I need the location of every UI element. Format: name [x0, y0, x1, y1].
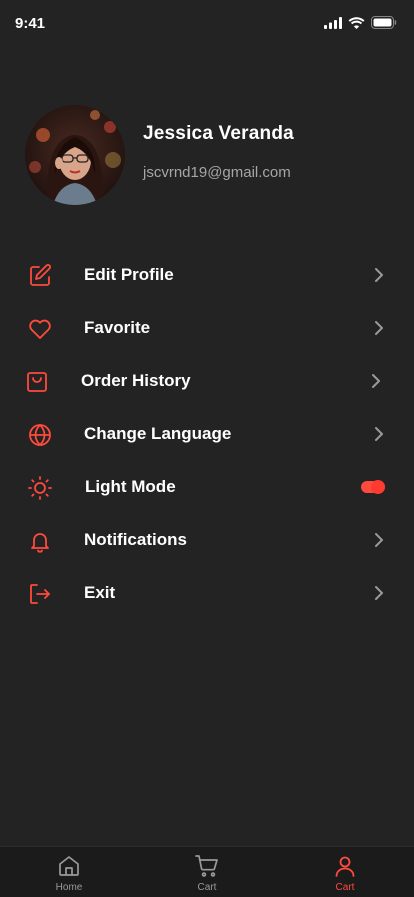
tab-home[interactable]: Home	[0, 847, 138, 897]
sun-icon	[27, 475, 53, 501]
bottom-tab-bar: Home Cart Cart	[0, 846, 414, 897]
status-bar: 9:41	[0, 0, 414, 48]
menu-item-label: Order History	[81, 371, 191, 390]
menu-item-change-language[interactable]: Change Language	[0, 408, 414, 461]
profile-menu: Edit Profile Favorite Order History Chan…	[0, 249, 414, 620]
chevron-right-icon	[372, 426, 386, 442]
cart-icon	[195, 854, 219, 878]
tab-cart[interactable]: Cart	[138, 847, 276, 897]
status-icons	[324, 16, 397, 34]
menu-item-notifications[interactable]: Notifications	[0, 514, 414, 567]
menu-item-order-history[interactable]: Order History	[0, 355, 414, 408]
user-name: Jessica Veranda	[143, 123, 294, 144]
menu-item-label: Notifications	[84, 530, 187, 549]
exit-icon	[27, 581, 53, 607]
status-time: 9:41	[15, 15, 46, 32]
cellular-signal-icon	[324, 16, 342, 34]
menu-item-edit-profile[interactable]: Edit Profile	[0, 249, 414, 302]
menu-item-favorite[interactable]: Favorite	[0, 302, 414, 355]
tab-profile[interactable]: Cart	[276, 847, 414, 897]
tab-label: Cart	[335, 882, 355, 893]
menu-item-label: Favorite	[84, 318, 151, 337]
edit-icon	[27, 263, 53, 289]
user-icon	[333, 854, 357, 878]
chevron-right-icon	[372, 532, 386, 548]
bell-icon	[27, 528, 53, 554]
chevron-right-icon	[372, 320, 386, 336]
light-mode-toggle[interactable]	[361, 480, 385, 494]
chevron-right-icon	[369, 373, 383, 389]
tab-label: Cart	[197, 882, 217, 893]
wifi-icon	[348, 16, 365, 34]
battery-icon	[371, 16, 397, 34]
home-icon	[57, 854, 81, 878]
heart-icon	[27, 316, 53, 342]
menu-item-label: Light Mode	[85, 477, 176, 496]
tab-label: Home	[55, 882, 83, 893]
menu-item-label: Exit	[84, 583, 116, 602]
chevron-right-icon	[372, 267, 386, 283]
menu-item-exit[interactable]: Exit	[0, 567, 414, 620]
user-email: jscvrnd19@gmail.com	[143, 164, 291, 181]
menu-item-label: Change Language	[84, 424, 232, 443]
profile-header: Jessica Veranda jscvrnd19@gmail.com	[25, 105, 395, 205]
chevron-right-icon	[372, 585, 386, 601]
toggle-knob	[371, 480, 385, 494]
menu-item-label: Edit Profile	[84, 265, 174, 284]
menu-item-light-mode[interactable]: Light Mode	[0, 461, 414, 514]
avatar[interactable]	[25, 105, 125, 205]
globe-icon	[27, 422, 53, 448]
shopping-bag-icon	[24, 369, 50, 395]
